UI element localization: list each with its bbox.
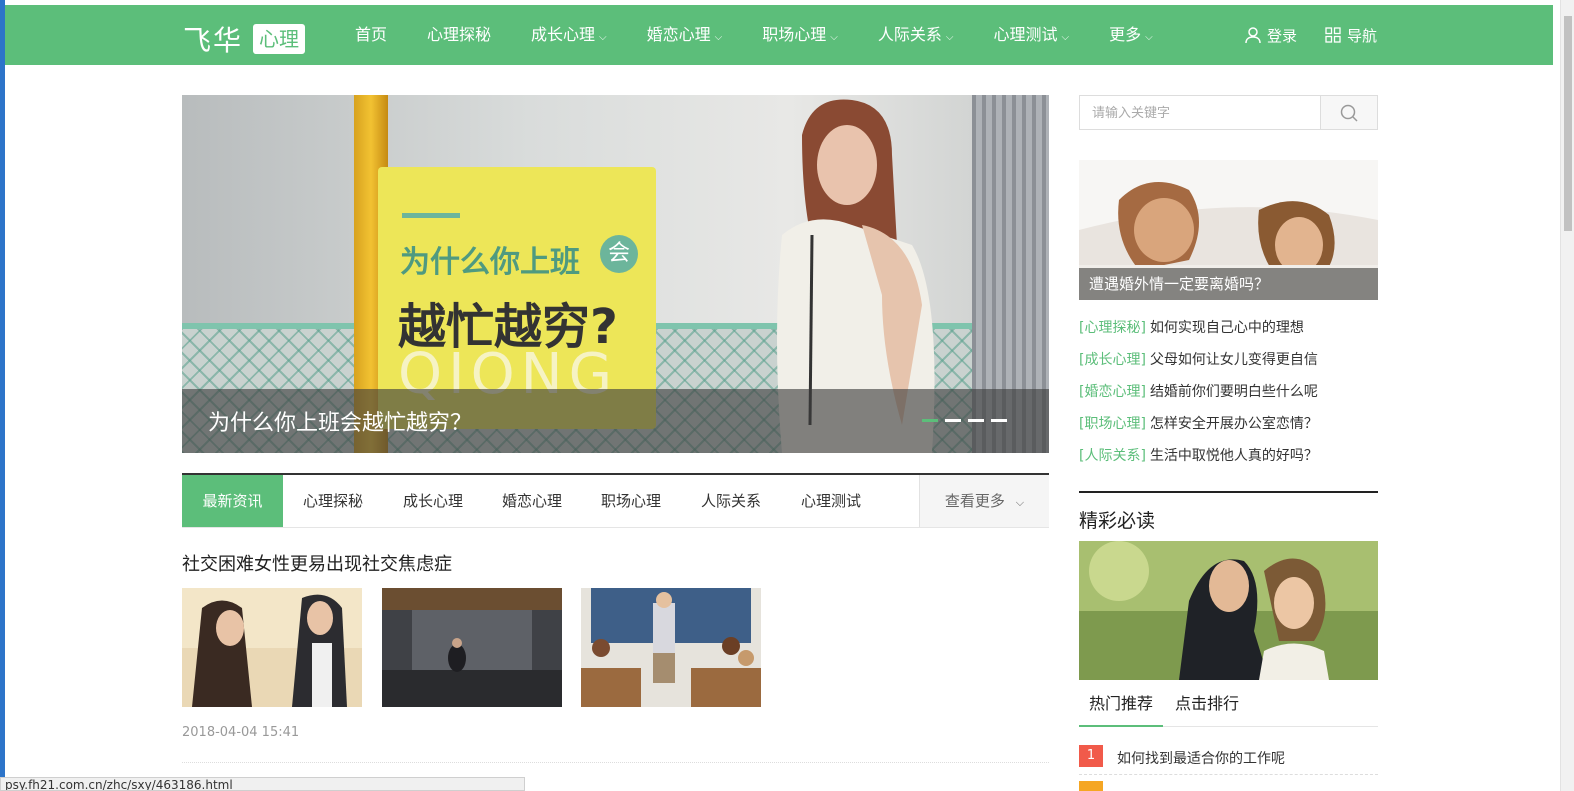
search-icon bbox=[1340, 104, 1358, 122]
chevron-down-icon: ⌵ bbox=[830, 32, 838, 43]
sidebar-divider bbox=[1079, 491, 1378, 493]
chevron-down-icon: ⌵ bbox=[1015, 496, 1025, 509]
logo-sub-text: 心理 bbox=[253, 24, 306, 54]
list-item[interactable]: [心理探秘] 如何实现自己心中的理想 bbox=[1079, 318, 1318, 350]
chevron-down-icon: ⌵ bbox=[714, 32, 723, 43]
nav-psychology-explore[interactable]: 心理探秘 bbox=[407, 5, 511, 65]
nav-label: 成长心理 bbox=[531, 25, 596, 44]
list-item-tag[interactable]: [心理探秘] bbox=[1079, 320, 1146, 336]
search-input[interactable] bbox=[1080, 96, 1320, 129]
rank-number: 1 bbox=[1079, 745, 1103, 767]
list-item-tag[interactable]: [职场心理] bbox=[1079, 416, 1146, 432]
tab-workplace[interactable]: 职场心理 bbox=[581, 475, 681, 527]
rank-number-badge bbox=[1079, 781, 1103, 791]
logo-main-text: 飞华 bbox=[183, 24, 244, 57]
nav-more[interactable]: 更多 ⌵ bbox=[1089, 5, 1173, 65]
list-item-title[interactable]: 怎样安全开展办公室恋情？ bbox=[1150, 416, 1318, 432]
list-item[interactable]: [婚恋心理] 结婚前你们要明白些什么呢 bbox=[1079, 382, 1318, 414]
login-label: 登录 bbox=[1267, 26, 1298, 45]
scrollbar-thumb[interactable] bbox=[1564, 16, 1572, 231]
sidebar-feature-caption: 遭遇婚外情一定要离婚吗？ bbox=[1079, 268, 1378, 300]
site-logo[interactable]: 飞华 心理 bbox=[183, 19, 306, 59]
nav-tests[interactable]: 心理测试 ⌵ bbox=[973, 5, 1089, 65]
grid-icon bbox=[1325, 27, 1341, 43]
sidebar-couple-photo[interactable] bbox=[1079, 541, 1378, 680]
list-item-title[interactable]: 父母如何让女儿变得更自信 bbox=[1150, 352, 1318, 368]
article-thumbnail-couple[interactable] bbox=[182, 588, 362, 707]
sidebar-feature-card[interactable]: 遭遇婚外情一定要离婚吗？ bbox=[1079, 160, 1378, 300]
nav-label: 婚恋心理 bbox=[646, 25, 711, 44]
list-item-title[interactable]: 生活中取悦他人真的好吗？ bbox=[1150, 448, 1318, 464]
article-title[interactable]: 社交困难女性更易出现社交焦虑症 bbox=[182, 550, 452, 576]
search-button[interactable] bbox=[1320, 96, 1377, 129]
sidebar-section-heading: 精彩必读 bbox=[1079, 510, 1156, 532]
slider-dot[interactable] bbox=[968, 419, 984, 422]
list-item[interactable]: [职场心理] 怎样安全开展办公室恋情？ bbox=[1079, 414, 1318, 446]
list-item-tag[interactable]: [人际关系] bbox=[1079, 448, 1146, 464]
chevron-down-icon: ⌵ bbox=[1145, 32, 1153, 43]
view-more-button[interactable]: 查看更多 ⌵ bbox=[919, 475, 1049, 527]
card-accent-bar bbox=[402, 213, 460, 218]
ranking-row[interactable]: 1 如何找到最适合你的工作呢 bbox=[1079, 745, 1378, 775]
slider-indicators bbox=[922, 419, 1014, 422]
tab-click-ranking[interactable]: 点击排行 bbox=[1165, 690, 1249, 727]
tab-hot-recommend[interactable]: 热门推荐 bbox=[1079, 690, 1164, 727]
banner-caption-bar: 为什么你上班会越忙越穷？ bbox=[182, 389, 1049, 453]
slider-dot[interactable] bbox=[991, 419, 1007, 422]
article-divider bbox=[182, 762, 1049, 763]
list-item-tag[interactable]: [婚恋心理] bbox=[1079, 384, 1146, 400]
list-item[interactable]: [成长心理] 父母如何让女儿变得更自信 bbox=[1079, 350, 1318, 382]
tab-explore[interactable]: 心理探秘 bbox=[283, 475, 383, 527]
hero-banner[interactable]: 为什么你上班 会 越忙越穷? QIONG 为什么你上班会越忙越穷？ bbox=[182, 95, 1049, 453]
slider-dot[interactable] bbox=[922, 419, 938, 422]
tab-tests[interactable]: 心理测试 bbox=[781, 475, 881, 527]
main-nav: 首页 心理探秘 成长心理 ⌵ 婚恋心理 ⌵ 职场心理 ⌵ 人际关系 ⌵ 心理测试 ⌵ 更多… bbox=[335, 5, 1173, 65]
nav-relationships[interactable]: 人际关系 ⌵ bbox=[858, 5, 974, 65]
nav-label: 心理测试 bbox=[993, 25, 1058, 44]
article-thumbnail-classroom[interactable] bbox=[581, 588, 761, 707]
list-item-tag[interactable]: [成长心理] bbox=[1079, 352, 1146, 368]
nav-growth[interactable]: 成长心理 ⌵ bbox=[511, 5, 627, 65]
search-box bbox=[1079, 95, 1378, 130]
nav-label: 心理探秘 bbox=[427, 25, 492, 44]
site-navigation-link[interactable]: 导航 bbox=[1325, 25, 1377, 46]
list-item-title[interactable]: 结婚前你们要明白些什么呢 bbox=[1150, 384, 1318, 400]
banner-caption[interactable]: 为什么你上班会越忙越穷？ bbox=[208, 405, 472, 437]
nav-workplace[interactable]: 职场心理 ⌵ bbox=[742, 5, 858, 65]
tab-love[interactable]: 婚恋心理 bbox=[483, 475, 581, 527]
chevron-down-icon: ⌵ bbox=[599, 32, 607, 43]
window-edge bbox=[0, 0, 5, 791]
nav-label: 首页 bbox=[355, 25, 388, 44]
browser-status-bar: psy.fh21.com.cn/zhc/sxy/463186.html bbox=[0, 777, 525, 791]
card-headline-line1: 为什么你上班 bbox=[400, 245, 580, 280]
sidebar-tabs: 热门推荐 点击排行 bbox=[1079, 690, 1378, 727]
tab-relationships[interactable]: 人际关系 bbox=[681, 475, 781, 527]
chevron-down-icon: ⌵ bbox=[1061, 32, 1070, 43]
nav-home[interactable]: 首页 bbox=[335, 5, 407, 65]
login-link[interactable]: 登录 bbox=[1245, 25, 1297, 46]
article-thumbnail-lonely[interactable] bbox=[382, 588, 562, 707]
tab-growth[interactable]: 成长心理 bbox=[383, 475, 483, 527]
header-actions: 登录 导航 bbox=[1245, 5, 1405, 65]
tab-latest[interactable]: 最新资讯 bbox=[182, 475, 283, 527]
page-scrollbar[interactable] bbox=[1560, 0, 1574, 791]
sidebar-article-list: [心理探秘] 如何实现自己心中的理想 [成长心理] 父母如何让女儿变得更自信 [婚恋… bbox=[1079, 318, 1318, 478]
article-date: 2018-04-04 15:41 bbox=[182, 725, 300, 740]
chevron-down-icon: ⌵ bbox=[945, 32, 954, 43]
list-item-title[interactable]: 如何实现自己心中的理想 bbox=[1150, 320, 1304, 336]
navigation-label: 导航 bbox=[1347, 26, 1378, 45]
rank-title[interactable]: 如何找到最适合你的工作呢 bbox=[1117, 748, 1285, 768]
card-headline-circle: 会 bbox=[600, 235, 638, 273]
user-icon bbox=[1245, 26, 1261, 43]
site-header: 飞华 心理 首页 心理探秘 成长心理 ⌵ 婚恋心理 ⌵ 职场心理 ⌵ 人际关系 ⌵ 心理… bbox=[5, 5, 1553, 65]
view-more-label: 查看更多 bbox=[944, 492, 1005, 510]
nav-label: 更多 bbox=[1109, 25, 1142, 44]
category-tabs: 最新资讯 心理探秘 成长心理 婚恋心理 职场心理 人际关系 心理测试 查看更多 … bbox=[182, 473, 1049, 528]
nav-label: 人际关系 bbox=[877, 25, 942, 44]
nav-love[interactable]: 婚恋心理 ⌵ bbox=[627, 5, 743, 65]
nav-label: 职场心理 bbox=[762, 25, 827, 44]
list-item[interactable]: [人际关系] 生活中取悦他人真的好吗？ bbox=[1079, 446, 1318, 478]
slider-dot[interactable] bbox=[945, 419, 961, 422]
